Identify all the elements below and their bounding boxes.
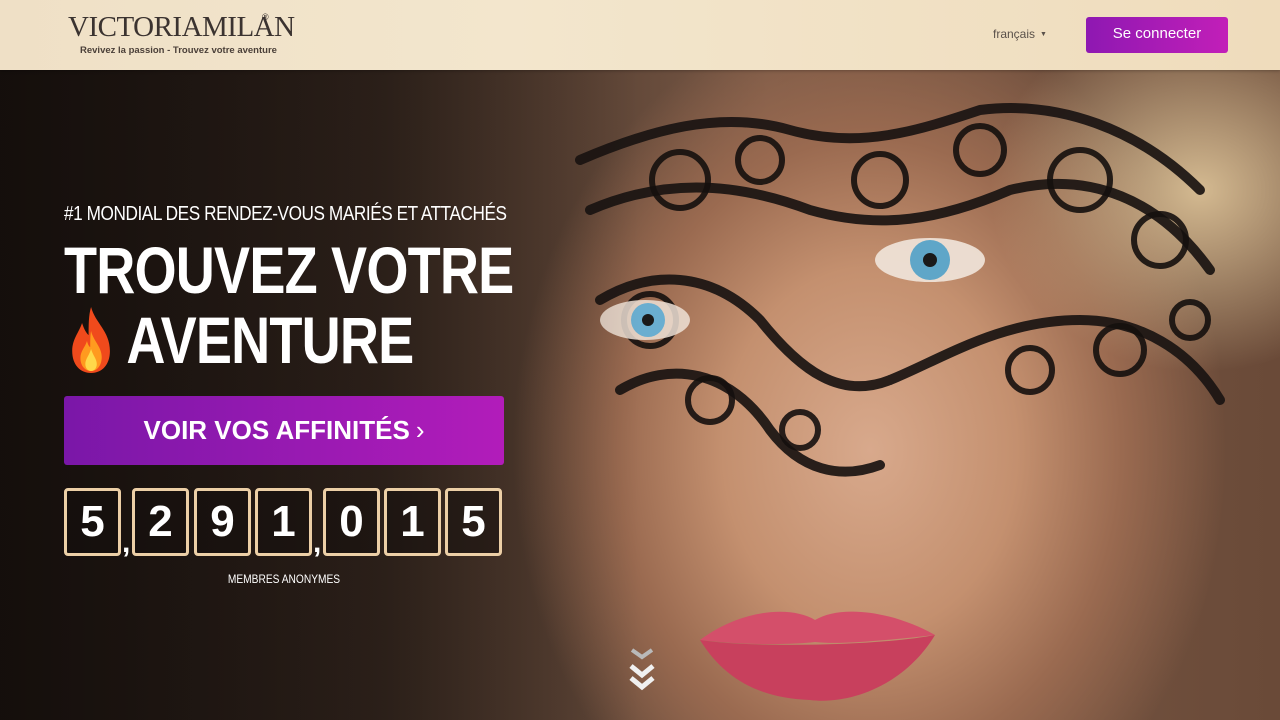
hero-section: #1 MONDIAL DES RENDEZ-VOUS MARIÉS ET ATT… (0, 70, 1280, 720)
view-matches-button[interactable]: VOIR VOS AFFINITÉS › (64, 396, 504, 465)
hero-headline: TROUVEZ VOTRE AVENTURE (64, 233, 514, 375)
login-button[interactable]: Se connecter (1086, 17, 1228, 53)
counter-label: MEMBRES ANONYMES (227, 572, 341, 586)
lace-mask-image (575, 103, 1225, 477)
counter-digit: 0 (323, 488, 380, 556)
counter-separator: , (313, 526, 322, 559)
member-counter: 5 , 2 9 1 , 0 1 5 (64, 488, 504, 559)
counter-digit: 9 (194, 488, 251, 556)
hero-shade (0, 70, 640, 720)
hero-kicker: #1 MONDIAL DES RENDEZ-VOUS MARIÉS ET ATT… (64, 203, 507, 225)
fire-emoji-icon (72, 307, 110, 373)
site-header: VICTORIAMILAN ® Revivez la passion - Tro… (0, 0, 1280, 70)
chevron-right-icon: › (415, 415, 425, 445)
logo[interactable]: VICTORIAMILAN ® Revivez la passion - Tro… (68, 10, 295, 60)
page: VICTORIAMILAN ® Revivez la passion - Tro… (0, 0, 1280, 720)
double-chevron-down-icon[interactable] (627, 644, 657, 694)
headline-line-1: TROUVEZ VOTRE (64, 233, 514, 307)
counter-digit: 5 (445, 488, 502, 556)
language-select[interactable]: français ▼ (993, 27, 1047, 41)
registered-mark: ® (262, 12, 269, 22)
logo-wordmark: VICTORIAMILAN (68, 11, 295, 43)
lips-image (700, 611, 935, 701)
headline-line-2: AVENTURE (64, 305, 513, 375)
headline-line-2-text: AVENTURE (126, 303, 414, 377)
logo-tagline: Revivez la passion - Trouvez votre avent… (80, 45, 277, 56)
cta-label: VOIR VOS AFFINITÉS (143, 415, 410, 445)
counter-digit: 5 (64, 488, 121, 556)
counter-digit: 2 (132, 488, 189, 556)
counter-digit: 1 (384, 488, 441, 556)
counter-digit: 1 (255, 488, 312, 556)
caret-down-icon: ▼ (1040, 31, 1047, 38)
language-label: français (993, 27, 1036, 41)
counter-separator: , (122, 526, 131, 559)
